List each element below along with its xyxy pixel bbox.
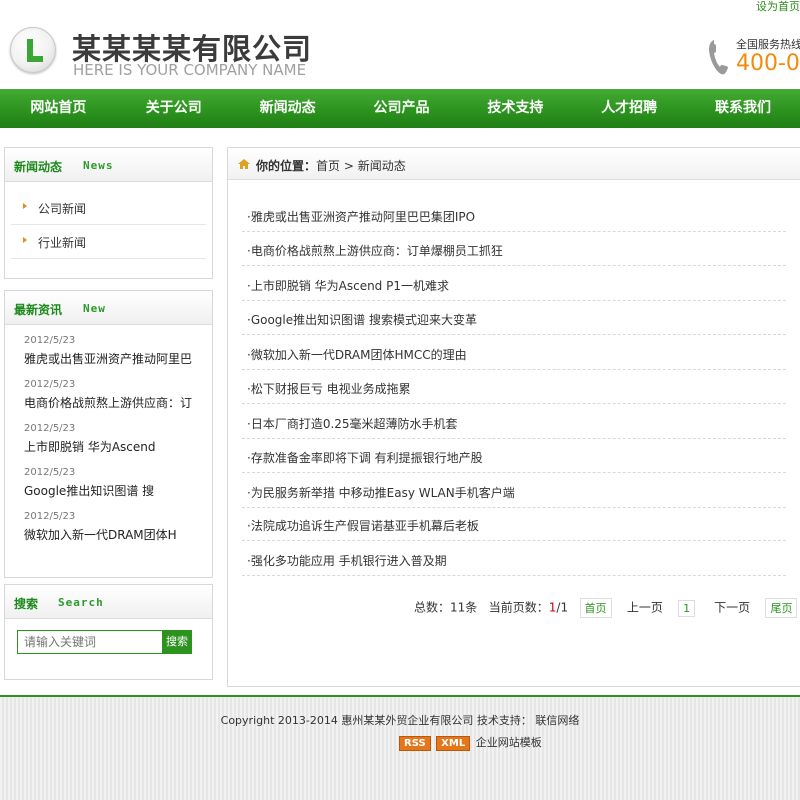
category-item-label: 行业新闻 <box>38 236 87 250</box>
set-homepage-link[interactable]: 设为首页 <box>756 0 800 14</box>
pager-total-label: 总数： <box>414 600 451 615</box>
nav-item-support[interactable]: 技术支持 <box>458 89 572 128</box>
article-title[interactable]: ·强化多功能应用 手机银行进入普及期 <box>247 552 447 569</box>
breadcrumb: 你的位置：首页 > 新闻动态 <box>256 157 406 174</box>
article-title[interactable]: ·存款准备金率即将下调 有利提振银行地产股 <box>247 449 483 466</box>
article-title[interactable]: ·松下财报巨亏 电视业务成拖累 <box>247 380 411 397</box>
news-category-subtitle: News <box>83 159 114 172</box>
nav-item-products[interactable]: 公司产品 <box>345 89 459 128</box>
search-title: 搜索 <box>14 597 39 611</box>
article-row[interactable]: ·松下财报巨亏 电视业务成拖累 <box>242 370 786 404</box>
home-icon <box>238 159 250 169</box>
hotline-number: 400-00 <box>736 51 800 76</box>
footer-badges: RSS XML 企业网站模板 <box>399 734 542 751</box>
search-box: 搜索 Search 搜索 <box>4 584 213 680</box>
article-row[interactable]: ·上市即脱销 华为Ascend P1一机难求 <box>242 267 786 301</box>
news-date: 2012/5/23 <box>24 467 76 478</box>
breadcrumb-home[interactable]: 首页 <box>316 159 340 173</box>
rss-badge[interactable]: RSS <box>399 736 431 751</box>
breadcrumb-label: 你的位置： <box>256 159 317 173</box>
news-date: 2012/5/23 <box>24 423 76 434</box>
news-link[interactable]: 微软加入新一代DRAM团体H <box>5 524 212 554</box>
news-link[interactable]: Google推出知识图谱 搜 <box>5 480 212 510</box>
news-link[interactable]: 雅虎或出售亚洲资产推动阿里巴 <box>5 348 212 378</box>
article-row[interactable]: ·电商价格战煎熬上游供应商：订单爆棚员工抓狂 <box>242 232 786 266</box>
search-input[interactable] <box>17 630 163 654</box>
pager-total: 11条 <box>450 600 478 615</box>
copyright-text: Copyright 2013-2014 惠州某某外贸企业有限公司 技术支持： 联… <box>220 714 580 727</box>
article-row[interactable]: ·强化多功能应用 手机银行进入普及期 <box>242 542 786 576</box>
news-link[interactable]: 上市即脱销 华为Ascend <box>5 436 212 466</box>
list-item: 2012/5/23 Google推出知识图谱 搜 <box>5 466 212 510</box>
nav-item-about[interactable]: 关于公司 <box>117 89 231 128</box>
xml-badge[interactable]: XML <box>436 736 471 751</box>
article-title[interactable]: ·日本厂商打造0.25毫米超薄防水手机套 <box>247 415 458 432</box>
list-item: 2012/5/23 雅虎或出售亚洲资产推动阿里巴 <box>5 334 212 378</box>
list-item: 2012/5/23 上市即脱销 华为Ascend <box>5 422 212 466</box>
article-title[interactable]: ·为民服务新举措 中移动推Easy WLAN手机客户端 <box>247 484 515 501</box>
arrow-right-icon <box>23 203 27 209</box>
search-header: 搜索 Search <box>5 585 212 619</box>
pager-next-button[interactable]: 下一页 <box>714 601 750 615</box>
news-date: 2012/5/23 <box>24 335 76 346</box>
article-row[interactable]: ·法院成功追诉生产假冒诺基亚手机幕后老板 <box>242 507 786 541</box>
nav-item-home[interactable]: 网站首页 <box>0 89 117 128</box>
pager-of: /1 <box>556 600 569 615</box>
news-date: 2012/5/23 <box>24 511 76 522</box>
nav-item-contact[interactable]: 联系我们 <box>686 89 800 128</box>
list-item: 2012/5/23 微软加入新一代DRAM团体H <box>5 510 212 554</box>
article-row[interactable]: ·Google推出知识图谱 搜索模式迎来大变革 <box>242 301 786 335</box>
breadcrumb-current[interactable]: 新闻动态 <box>358 159 406 173</box>
latest-news-title: 最新资讯 <box>14 303 63 317</box>
nav-item-news[interactable]: 新闻动态 <box>231 89 345 128</box>
latest-news-header: 最新资讯 New <box>5 291 212 325</box>
footer: Copyright 2013-2014 惠州某某外贸企业有限公司 技术支持： 联… <box>0 697 800 800</box>
article-row[interactable]: ·存款准备金率即将下调 有利提振银行地产股 <box>242 439 786 473</box>
article-row[interactable]: ·为民服务新举措 中移动推Easy WLAN手机客户端 <box>242 474 786 508</box>
news-link[interactable]: 电商价格战煎熬上游供应商：订 <box>5 392 212 422</box>
list-item: 2012/5/23 电商价格战煎熬上游供应商：订 <box>5 378 212 422</box>
article-title[interactable]: ·雅虎或出售亚洲资产推动阿里巴巴集团IPO <box>247 208 475 225</box>
pager-first-button[interactable]: 首页 <box>579 598 612 618</box>
breadcrumb-separator: > <box>340 159 358 173</box>
search-button[interactable]: 搜索 <box>162 630 192 654</box>
pager-page-label: 当前页数： <box>488 600 549 615</box>
article-row[interactable]: ·雅虎或出售亚洲资产推动阿里巴巴集团IPO <box>242 198 786 232</box>
category-item-label: 公司新闻 <box>38 202 87 216</box>
phone-icon <box>709 40 728 75</box>
pager-last-button[interactable]: 尾页 <box>765 598 798 618</box>
pager-page-1-button[interactable]: 1 <box>678 599 696 617</box>
main-content: 你的位置：首页 > 新闻动态 ·雅虎或出售亚洲资产推动阿里巴巴集团IPO ·电商… <box>227 147 800 687</box>
article-row[interactable]: ·日本厂商打造0.25毫米超薄防水手机套 <box>242 405 786 439</box>
nav-item-careers[interactable]: 人才招聘 <box>572 89 686 128</box>
article-title[interactable]: ·上市即脱销 华为Ascend P1一机难求 <box>247 277 449 294</box>
search-subtitle: Search <box>58 596 104 609</box>
latest-news-subtitle: New <box>83 302 106 315</box>
category-item-industry-news[interactable]: 行业新闻 <box>11 225 206 259</box>
article-row[interactable]: ·微软加入新一代DRAM团体HMCC的理由 <box>242 336 786 370</box>
company-slogan: HERE IS YOUR COMPANY NAME <box>73 61 307 79</box>
company-logo-icon[interactable] <box>10 27 56 73</box>
pager-prev-button[interactable]: 上一页 <box>627 601 663 615</box>
article-title[interactable]: ·电商价格战煎熬上游供应商：订单爆棚员工抓狂 <box>247 242 503 259</box>
latest-news-box: 最新资讯 New 2012/5/23 雅虎或出售亚洲资产推动阿里巴 2012/5… <box>4 290 213 578</box>
arrow-right-icon <box>23 237 27 243</box>
article-title[interactable]: ·Google推出知识图谱 搜索模式迎来大变革 <box>247 311 477 328</box>
main-nav: 网站首页 关于公司 新闻动态 公司产品 技术支持 人才招聘 联系我们 <box>0 89 800 128</box>
latest-news-list: 2012/5/23 雅虎或出售亚洲资产推动阿里巴 2012/5/23 电商价格战… <box>5 325 212 554</box>
news-category-header: 新闻动态 News <box>5 148 212 182</box>
template-link[interactable]: 企业网站模板 <box>476 736 542 749</box>
article-title[interactable]: ·微软加入新一代DRAM团体HMCC的理由 <box>247 346 467 363</box>
pagination: 总数：11条 当前页数：1/1 首页 上一页 1 下一页 尾页 <box>414 598 798 618</box>
news-category-title: 新闻动态 <box>14 160 63 174</box>
hotline-label: 全国服务热线 <box>736 38 800 51</box>
news-category-box: 新闻动态 News 公司新闻 行业新闻 <box>4 147 213 279</box>
category-item-company-news[interactable]: 公司新闻 <box>11 191 206 225</box>
breadcrumb-bar: 你的位置：首页 > 新闻动态 <box>228 148 800 180</box>
news-date: 2012/5/23 <box>24 379 76 390</box>
article-title[interactable]: ·法院成功追诉生产假冒诺基亚手机幕后老板 <box>247 517 479 534</box>
